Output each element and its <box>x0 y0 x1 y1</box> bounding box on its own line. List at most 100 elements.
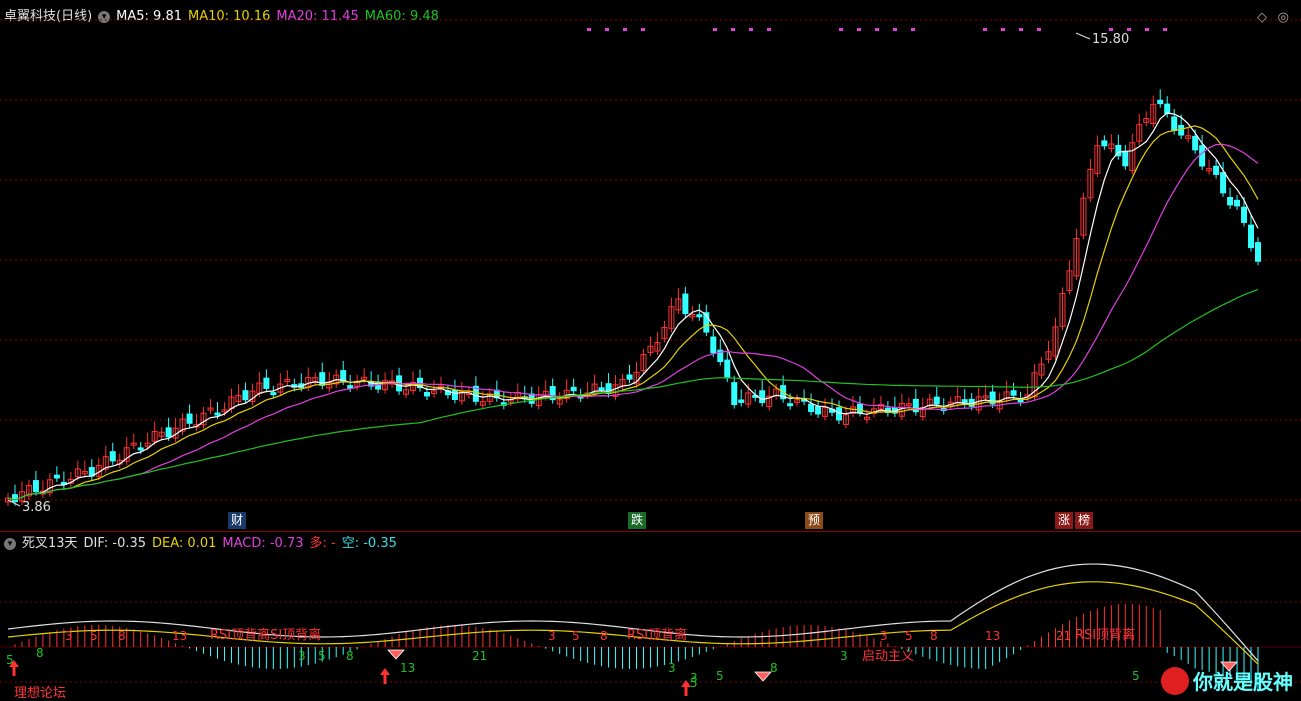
macd-annotation: RSI顶背离 <box>627 627 687 643</box>
tag-die[interactable]: 跌 <box>628 512 647 529</box>
signal-dot <box>749 28 753 31</box>
signal-dot <box>731 28 735 31</box>
count-down-label: 3 <box>690 671 698 685</box>
candle-body <box>32 480 39 493</box>
candle-body <box>1157 99 1164 105</box>
signal-dot <box>641 28 645 31</box>
macd-annotation: 启动主义 <box>862 649 914 664</box>
signal-dot <box>713 28 717 31</box>
candle-body <box>626 374 633 380</box>
candle-body <box>1248 224 1255 249</box>
signal-dot <box>623 28 627 31</box>
count-down-label: 5 <box>1132 669 1140 683</box>
candle-body <box>1101 140 1108 147</box>
count-down-label: 5 <box>318 649 326 663</box>
high-price-label: 15.80 <box>1092 32 1129 47</box>
signal-dot <box>1109 28 1113 31</box>
ma10-line <box>7 125 1259 501</box>
tag-yu[interactable]: 预 <box>805 512 824 529</box>
signal-dot <box>1001 28 1005 31</box>
count-up-label: 3 <box>880 629 888 643</box>
macd-chart[interactable]: RSI顶背离SI顶背离 RSI顶背离启动主义RSI顶背离3 5 8 13 3 5 8 3 5 8 13… <box>0 532 1301 701</box>
candle-body <box>856 403 863 413</box>
candle-body <box>1122 150 1129 167</box>
candle-body <box>724 359 731 379</box>
candle-body <box>263 377 270 389</box>
candle-body <box>1164 103 1171 115</box>
count-down-label: 13 <box>400 661 415 675</box>
count-down-label: 8 <box>770 661 778 675</box>
candle-body <box>1010 390 1017 396</box>
candle-body <box>165 427 172 438</box>
macd-annotation: RSI顶背离SI顶背离 <box>210 627 321 643</box>
signal-dot <box>1127 28 1131 31</box>
candle-body <box>451 389 458 400</box>
macd-annotation: RSI顶背离 <box>1075 627 1135 643</box>
candle-body <box>836 407 843 421</box>
high-pointer <box>1075 32 1091 40</box>
candle-body <box>1220 172 1227 194</box>
candle-body <box>1192 135 1199 151</box>
candle-body <box>214 412 221 416</box>
candle-body <box>270 392 277 396</box>
signal-dot <box>857 28 861 31</box>
count-up-label: 5 <box>572 629 580 643</box>
signal-dot <box>587 28 591 31</box>
candle-body <box>1171 116 1178 131</box>
candle-body <box>710 336 717 354</box>
count-down-label: 8 <box>346 649 354 663</box>
signal-dot <box>1145 28 1149 31</box>
count-up-label: 8 <box>600 629 608 643</box>
candle-body <box>682 293 689 314</box>
candle-body <box>598 387 605 391</box>
candle-body <box>242 390 249 401</box>
count-down-label: 3 <box>840 649 848 663</box>
count-down-label: 3 <box>668 661 676 675</box>
candle-body <box>570 386 577 392</box>
count-up-label: 8 <box>118 629 126 643</box>
gem-icon <box>387 649 405 660</box>
count-up-label: 13 <box>985 629 1000 643</box>
candle-body <box>53 474 60 479</box>
candle-body <box>186 413 193 424</box>
candle-body <box>1199 145 1206 167</box>
count-up-label: 3 <box>548 629 556 643</box>
count-up-label: 3 <box>65 629 73 643</box>
candle-body <box>1234 199 1241 207</box>
candle-body <box>787 403 794 407</box>
candle-body <box>933 396 940 405</box>
candlestick-chart[interactable]: 15.80 3.86 <box>0 0 1301 532</box>
watermark-logo-icon <box>1161 666 1189 695</box>
count-up-label: 5 <box>90 629 98 643</box>
dif-line <box>7 563 1259 662</box>
count-up-label: 5 <box>905 629 913 643</box>
candle-body <box>1227 196 1234 206</box>
watermark-text: 你就是股神 <box>1193 670 1293 694</box>
candle-body <box>696 314 703 318</box>
gem-icon <box>754 671 772 682</box>
candle-body <box>738 399 745 403</box>
count-down-label: 3 <box>298 649 306 663</box>
footer-text: 理想论坛 <box>14 686 67 701</box>
candle-body <box>1255 242 1261 262</box>
signal-dot <box>1037 28 1041 31</box>
signal-dot <box>767 28 771 31</box>
ma5-line <box>7 112 1259 501</box>
dea-line <box>7 581 1259 665</box>
tag-zhang[interactable]: 涨 <box>1055 512 1074 529</box>
tag-cai[interactable]: 财 <box>228 512 247 529</box>
tag-bang[interactable]: 榜 <box>1075 512 1094 529</box>
signal-dot <box>911 28 915 31</box>
candle-body <box>759 390 766 404</box>
count-down-label: 8 <box>36 646 44 660</box>
signal-dot <box>1163 28 1167 31</box>
candle-body <box>109 451 116 462</box>
candle-body <box>731 382 738 406</box>
candle-body <box>375 381 382 390</box>
count-down-label: 21 <box>472 649 487 663</box>
candle-body <box>11 494 18 503</box>
count-up-label: 21 <box>1056 629 1071 643</box>
candle-body <box>137 447 144 451</box>
candle-body <box>423 391 430 397</box>
ma60-line <box>7 288 1259 501</box>
